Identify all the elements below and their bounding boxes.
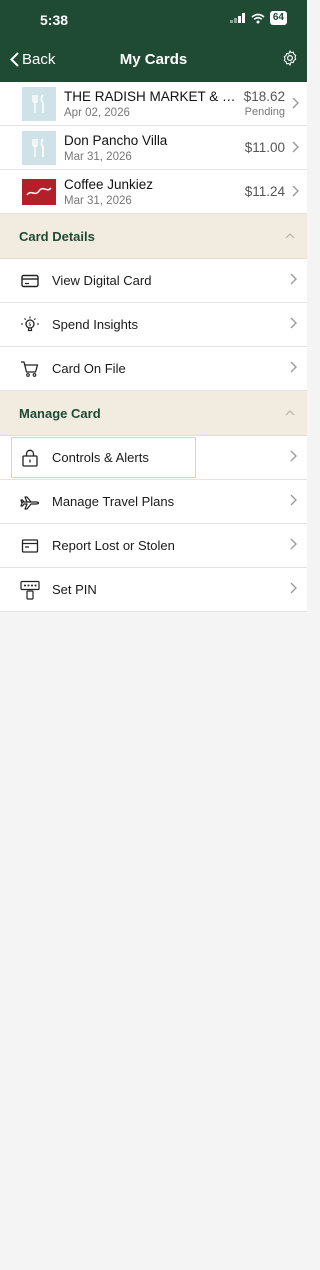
coffee-junkiez-logo <box>22 175 56 209</box>
merchant-name: Don Pancho Villa <box>64 132 168 148</box>
spend-insights-item[interactable]: $ Spend Insights <box>0 303 307 347</box>
pin-keypad-icon <box>20 580 40 600</box>
transaction-amount: $11.24 <box>244 184 285 199</box>
fork-knife-icon <box>22 86 56 121</box>
manage-card-header[interactable]: Manage Card <box>0 391 307 436</box>
transaction-amount: $11.00 <box>244 140 285 155</box>
merchant-name: THE RADISH MARKET & CA... <box>64 88 244 104</box>
report-lost-stolen-item[interactable]: Report Lost or Stolen <box>0 524 307 568</box>
chevron-right-icon <box>292 96 299 114</box>
status-bar: 5:38 64 <box>0 0 307 38</box>
item-label: View Digital Card <box>52 273 152 288</box>
transaction-amount-block: $11.24 <box>245 184 285 199</box>
section-title: Manage Card <box>19 405 101 421</box>
item-label: Card On File <box>52 361 126 376</box>
chevron-right-icon <box>290 360 297 378</box>
fork-knife-icon <box>22 130 56 165</box>
chevron-right-icon <box>290 581 297 599</box>
status-icons: 64 <box>229 11 287 25</box>
chevron-right-icon <box>292 184 299 202</box>
transaction-row[interactable]: Coffee Junkiez Mar 31, 2026 $11.24 <box>0 170 307 214</box>
transaction-amount-block: $11.00 <box>245 140 285 155</box>
gear-icon <box>283 50 297 66</box>
app-header: 5:38 64 Back My Cards <box>0 0 307 82</box>
chevron-right-icon <box>290 316 297 334</box>
merchant-name: Coffee Junkiez <box>64 176 154 192</box>
manage-travel-plans-item[interactable]: Manage Travel Plans <box>0 480 307 524</box>
transaction-info: THE RADISH MARKET & CA... Apr 02, 2026 <box>64 89 244 119</box>
section-title: Card Details <box>19 228 95 244</box>
transaction-date: Mar 31, 2026 <box>64 194 132 207</box>
empty-background <box>0 612 307 1270</box>
cart-icon <box>20 359 40 379</box>
chevron-up-icon <box>285 410 295 416</box>
card-icon <box>20 271 40 291</box>
chevron-right-icon <box>290 537 297 555</box>
chevron-right-icon <box>290 272 297 290</box>
item-label: Spend Insights <box>52 317 139 332</box>
svg-text:$: $ <box>28 322 31 328</box>
item-label: Report Lost or Stolen <box>52 538 175 553</box>
transaction-amount-block: $18.62 Pending <box>244 89 285 118</box>
controls-alerts-item[interactable]: Controls & Alerts <box>0 436 307 480</box>
transaction-row[interactable]: Don Pancho Villa Mar 31, 2026 $11.00 <box>0 126 307 170</box>
signal-icon <box>229 13 245 23</box>
transaction-row[interactable]: THE RADISH MARKET & CA... Apr 02, 2026 $… <box>0 82 307 126</box>
back-label: Back <box>22 51 56 68</box>
wallet-icon <box>20 536 40 556</box>
airplane-icon <box>20 492 40 512</box>
nav-bar: Back My Cards <box>0 38 307 82</box>
transaction-info: Coffee Junkiez Mar 31, 2026 <box>64 177 245 207</box>
transaction-date: Apr 02, 2026 <box>64 106 130 119</box>
settings-button[interactable] <box>281 49 299 72</box>
back-button[interactable]: Back <box>10 51 55 68</box>
battery-icon: 64 <box>269 11 287 25</box>
transaction-list: THE RADISH MARKET & CA... Apr 02, 2026 $… <box>0 82 307 214</box>
item-label: Set PIN <box>52 582 97 597</box>
lightbulb-icon: $ <box>20 315 40 335</box>
selection-highlight <box>11 437 196 478</box>
status-time: 5:38 <box>40 12 69 28</box>
transaction-amount: $18.62 <box>243 89 285 104</box>
card-details-header[interactable]: Card Details <box>0 214 307 259</box>
transaction-date: Mar 31, 2026 <box>64 150 132 163</box>
wifi-icon <box>251 13 265 23</box>
chevron-up-icon <box>285 233 295 239</box>
chevron-left-icon <box>10 52 19 67</box>
chevron-right-icon <box>290 449 297 467</box>
transaction-status: Pending <box>244 106 285 118</box>
chevron-right-icon <box>292 140 299 158</box>
chevron-right-icon <box>290 493 297 511</box>
item-label: Manage Travel Plans <box>52 494 175 509</box>
card-on-file-item[interactable]: Card On File <box>0 347 307 391</box>
set-pin-item[interactable]: Set PIN <box>0 568 307 612</box>
transaction-info: Don Pancho Villa Mar 31, 2026 <box>64 133 245 163</box>
view-digital-card-item[interactable]: View Digital Card <box>0 259 307 303</box>
